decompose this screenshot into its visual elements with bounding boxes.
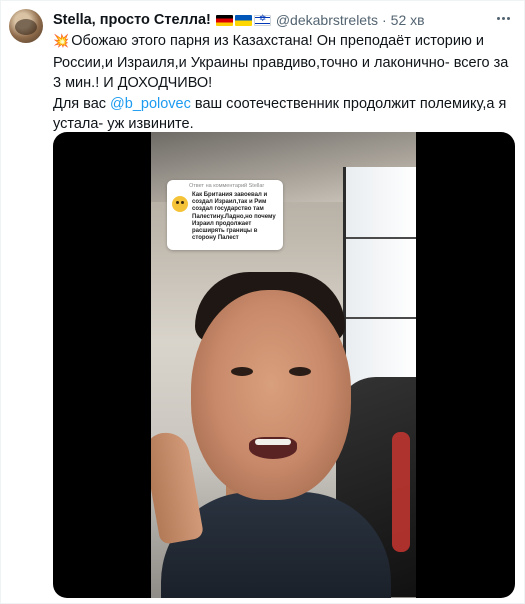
tweet-text-prefix: Для вас <box>53 95 111 112</box>
tweet-text-main: Обожаю этого парня из Казахстана! Он пре… <box>53 33 509 91</box>
video-player[interactable]: Ответ на комментарий Stellar Как Британи… <box>53 132 515 598</box>
tweet-text-line-1: 💥 Обожаю этого парня из Казахстана! Он пр… <box>53 31 515 94</box>
video-frame: Ответ на комментарий Stellar Как Британи… <box>151 132 416 598</box>
author-flags <box>215 14 271 26</box>
comment-reply-header: Ответ на комментарий Stellar <box>189 183 265 189</box>
mention-link[interactable]: @b_polovec <box>110 96 191 112</box>
flag-israel-icon <box>253 14 271 26</box>
author-handle[interactable]: @dekabrstrelets <box>276 12 378 28</box>
collision-emoji-icon: 💥 <box>53 34 70 49</box>
more-options-icon[interactable] <box>492 9 514 27</box>
video-person-mouth <box>249 437 297 459</box>
author-avatar[interactable] <box>9 9 43 43</box>
video-scene-chair-stripe <box>392 432 410 552</box>
tweet-text: 💥 Обожаю этого парня из Казахстана! Он пр… <box>53 31 515 135</box>
tweet-text-line-2: Для вас @b_polovec ваш соотечественник п… <box>53 94 515 135</box>
tweet-timestamp[interactable]: 52 хв <box>391 12 425 28</box>
video-person-eye-right <box>289 367 311 376</box>
video-person-eye-left <box>231 367 253 376</box>
author-name[interactable]: Stella, просто Стелла! <box>53 12 211 28</box>
comment-reply-bubble: Ответ на комментарий Stellar Как Британи… <box>167 180 283 250</box>
video-person-head <box>191 290 351 500</box>
separator-dot: · <box>382 12 387 28</box>
thinking-face-icon <box>172 196 188 212</box>
comment-reply-text: Как Британия завоевал и создал Израил,та… <box>192 192 276 242</box>
tweet-card: Stella, просто Стелла! @dekabrstrelets ·… <box>0 0 525 604</box>
video-person-hand <box>151 429 205 545</box>
flag-ukraine-icon <box>234 14 252 26</box>
tweet-header: Stella, просто Стелла! @dekabrstrelets ·… <box>53 10 486 30</box>
flag-germany-icon <box>215 14 233 26</box>
